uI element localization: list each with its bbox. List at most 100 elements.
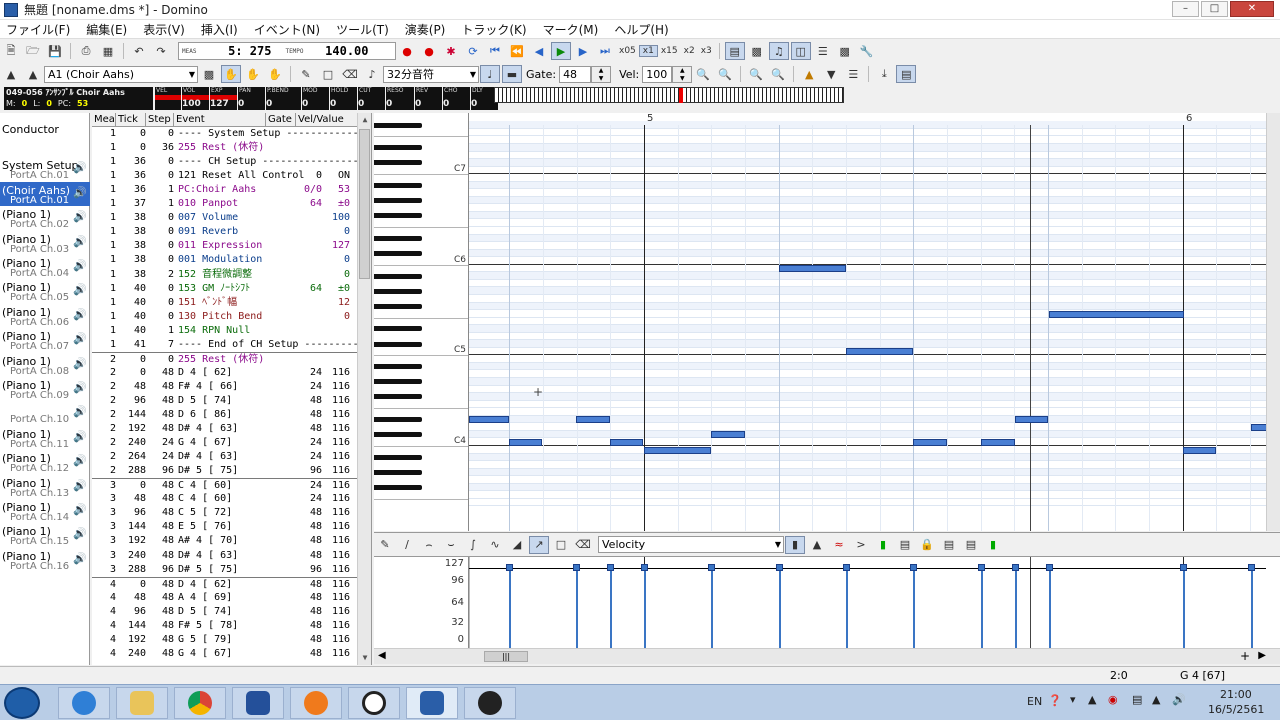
staff-view-icon[interactable]: ♫ xyxy=(768,42,789,60)
velocity-stem[interactable] xyxy=(610,568,612,648)
curve2-tool-icon[interactable]: ⌣ xyxy=(441,536,461,554)
event-row[interactable]: 2 96 48 D 5 [ 74] 48 116 xyxy=(92,394,358,408)
black-key[interactable] xyxy=(374,379,422,385)
tray-options-icon[interactable]: ▾ xyxy=(1070,693,1076,706)
scroll-left-icon[interactable]: ◀ xyxy=(378,650,386,661)
event-row[interactable]: 3 48 48 C 4 [ 60] 24 116 xyxy=(92,492,358,506)
black-key[interactable] xyxy=(374,454,422,460)
track-item[interactable]: (Piano 1) PortA Ch.02 🔊 xyxy=(0,206,90,230)
piano-roll-vscroll[interactable] xyxy=(1266,113,1280,531)
event-row[interactable]: 2 0 0 255 Rest (休符) xyxy=(92,351,358,366)
col-tick[interactable]: Tick xyxy=(116,113,146,126)
col-value[interactable]: Vel/Value xyxy=(296,113,358,126)
event-row[interactable]: 1 40 0 130 Pitch Bend 0 xyxy=(92,310,358,324)
menu-edit[interactable]: 編集(E) xyxy=(78,21,135,38)
triplet-icon[interactable]: ▬ xyxy=(502,65,522,83)
speaker-icon[interactable]: 🔊 xyxy=(73,210,87,224)
zoom-out-vertical-icon[interactable]: 🔍 xyxy=(768,65,788,83)
midi-note[interactable] xyxy=(469,416,509,424)
track-item[interactable]: Conductor xyxy=(0,121,90,145)
line-tool-icon[interactable]: ∕ xyxy=(397,536,417,554)
paste-position-icon[interactable]: ⤓ xyxy=(874,65,894,83)
event-list-view-icon[interactable]: ▩ xyxy=(747,42,767,60)
track-item[interactable]: (Piano 1) PortA Ch.03 🔊 xyxy=(0,231,90,255)
speaker-icon[interactable]: 🔊 xyxy=(73,259,87,273)
speaker-icon[interactable]: 🔊 xyxy=(73,357,87,371)
black-key[interactable] xyxy=(374,432,422,438)
track-item[interactable]: (Piano 1) PortA Ch.14 🔊 xyxy=(0,499,90,523)
midi-note[interactable] xyxy=(644,446,711,454)
black-key[interactable] xyxy=(374,303,422,309)
black-key[interactable] xyxy=(374,122,422,128)
graph-icon[interactable]: ▤ xyxy=(961,536,981,554)
event-row[interactable]: 4 144 48 F# 5 [ 78] 48 116 xyxy=(92,619,358,633)
speaker-icon[interactable]: 🔊 xyxy=(73,405,87,419)
volume-icon[interactable]: 🔊 xyxy=(1172,693,1186,706)
black-key[interactable] xyxy=(374,288,422,294)
velocity-graph[interactable] xyxy=(469,557,1266,649)
dotted-note-icon[interactable]: ♩ xyxy=(480,65,500,83)
new-file-icon[interactable]: 🗎 xyxy=(1,42,21,60)
signal-icon[interactable]: ▲ xyxy=(1152,693,1160,706)
taskbar-chrome-icon[interactable] xyxy=(174,687,226,719)
event-row[interactable]: 1 36 1 PC:Choir Aahs 0/0 53 xyxy=(92,183,358,197)
speed-x15-button[interactable]: x15 xyxy=(658,46,681,56)
velocity-stem[interactable] xyxy=(1251,568,1253,648)
wave-tool-icon[interactable]: ∿ xyxy=(485,536,505,554)
speaker-icon[interactable]: 🔊 xyxy=(73,283,87,297)
maximize-button[interactable]: □ xyxy=(1201,1,1228,17)
snap-dropdown-icon[interactable]: ▼ xyxy=(821,65,841,83)
skip-end-icon[interactable]: ⏭ xyxy=(595,42,615,60)
event-list-scrollbar[interactable]: ▲ ▼ xyxy=(357,113,371,665)
velocity-stem[interactable] xyxy=(846,568,848,648)
midi-note[interactable] xyxy=(576,416,610,424)
limit-icon[interactable]: ▤ xyxy=(939,536,959,554)
pencil-tool-icon[interactable]: ✎ xyxy=(296,65,316,83)
menu-help[interactable]: ヘルプ(H) xyxy=(606,21,676,38)
track-view-icon[interactable]: ◫ xyxy=(790,42,811,60)
velocity-stem[interactable] xyxy=(1183,568,1185,648)
scroll-right-icon[interactable]: ▶ xyxy=(1258,650,1266,661)
midi-note[interactable] xyxy=(779,265,846,273)
event-row[interactable]: 2 48 48 F# 4 [ 66] 24 116 xyxy=(92,380,358,394)
velocity-handle[interactable] xyxy=(1248,564,1255,571)
undo-icon[interactable]: ↶ xyxy=(129,42,149,60)
velocity-handle[interactable] xyxy=(1012,564,1019,571)
velocity-handle[interactable] xyxy=(978,564,985,571)
velocity-handle[interactable] xyxy=(910,564,917,571)
taskbar-discord-icon[interactable] xyxy=(348,687,400,719)
event-row[interactable]: 2 288 96 D# 5 [ 75] 96 116 xyxy=(92,464,358,478)
track-item[interactable]: (Choir Aahs) PortA Ch.01 🔊 xyxy=(0,181,90,206)
midi-note[interactable] xyxy=(846,348,913,356)
event-row[interactable]: 4 0 48 D 4 [ 62] 48 116 xyxy=(92,576,358,591)
event-row[interactable]: 1 40 1 154 RPN Null xyxy=(92,324,358,338)
track-item[interactable]: (Piano 1) PortA Ch.08 🔊 xyxy=(0,353,90,377)
save-icon[interactable]: 💾 xyxy=(45,42,65,60)
print-icon[interactable]: ⎙ xyxy=(76,42,96,60)
black-key[interactable] xyxy=(374,250,422,256)
help-icon[interactable]: ❓ xyxy=(1048,694,1062,707)
velocity-stem[interactable] xyxy=(779,568,781,648)
quantize-icon[interactable]: ☰ xyxy=(843,65,863,83)
velocity-handle[interactable] xyxy=(1046,564,1053,571)
note-length-selector[interactable]: 32分音符 ▼ xyxy=(383,65,479,83)
track-selector[interactable]: A1 (Choir Aahs) ▼ xyxy=(44,65,198,83)
midi-note[interactable] xyxy=(913,438,947,446)
accent-icon[interactable]: > xyxy=(851,536,871,554)
black-key[interactable] xyxy=(374,273,422,279)
event-row[interactable]: 3 0 48 C 4 [ 60] 24 116 xyxy=(92,478,358,492)
controller-selector[interactable]: Velocity ▼ xyxy=(598,536,784,553)
speed-x3-button[interactable]: x3 xyxy=(698,46,715,56)
vel-input[interactable]: 100 xyxy=(642,65,673,83)
speaker-icon[interactable]: 🔊 xyxy=(73,527,87,541)
menu-play[interactable]: 演奏(P) xyxy=(397,21,454,38)
speaker-icon[interactable]: 🔊 xyxy=(73,454,87,468)
speed-x1-button[interactable]: x1 xyxy=(638,45,658,57)
black-key[interactable] xyxy=(374,182,422,188)
horizontal-scrollbar[interactable]: ◀ ||| + ▶ xyxy=(374,648,1280,664)
track-top-icon[interactable]: ▲ xyxy=(23,65,43,83)
velocity-stem[interactable] xyxy=(576,568,578,648)
velocity-stem[interactable] xyxy=(711,568,713,648)
event-row[interactable]: 2 192 48 D# 4 [ 63] 48 116 xyxy=(92,422,358,436)
track-item[interactable]: (Piano 1) PortA Ch.09 🔊 xyxy=(0,377,90,401)
